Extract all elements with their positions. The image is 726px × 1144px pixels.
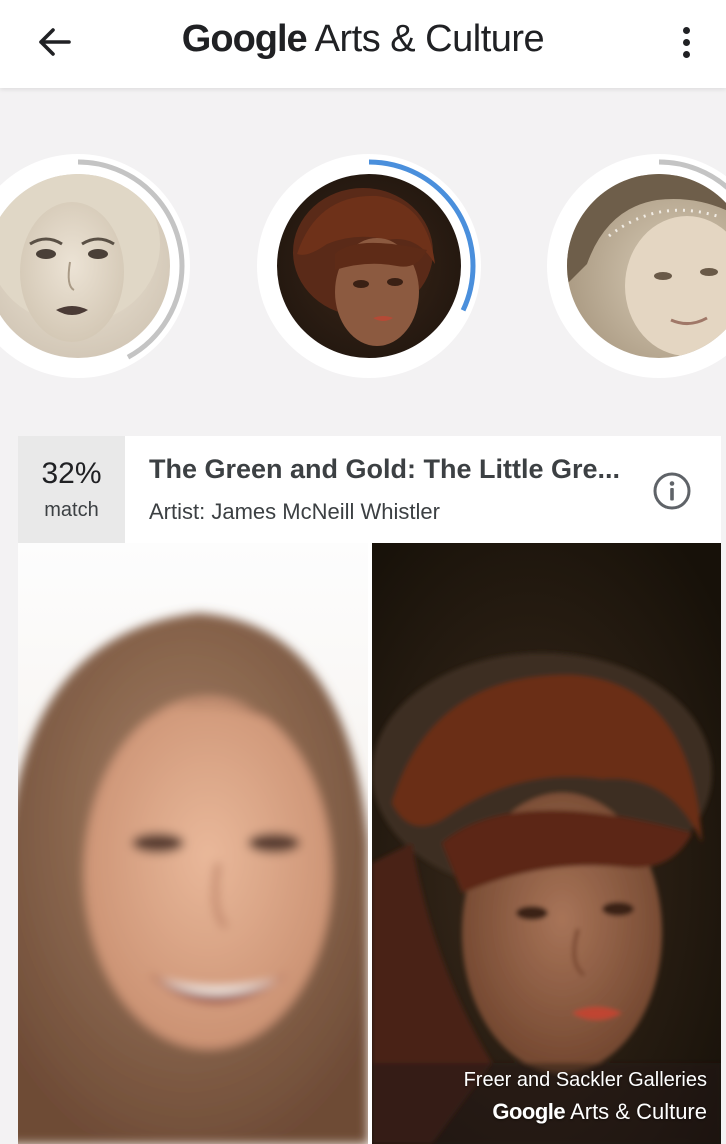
- match-thumbnail-left[interactable]: [0, 154, 190, 378]
- match-carousel: [0, 88, 726, 408]
- match-label: match: [44, 499, 99, 521]
- app-bar: Google Arts & Culture: [0, 0, 726, 88]
- portrait-image: [277, 174, 461, 358]
- user-selfie-photo[interactable]: [18, 543, 368, 1144]
- match-thumbnail-right[interactable]: [547, 154, 726, 378]
- info-icon: [653, 472, 691, 510]
- watermark-product: Arts & Culture: [570, 1099, 707, 1124]
- artwork-gallery-credit: Freer and Sackler Galleries: [463, 1069, 707, 1091]
- info-button[interactable]: [652, 471, 692, 511]
- matched-artwork-image[interactable]: Freer and Sackler Galleries Google Arts …: [372, 543, 721, 1144]
- overflow-menu-button[interactable]: [666, 16, 706, 68]
- google-arts-culture-watermark: Google Arts & Culture: [492, 1098, 707, 1126]
- more-vert-icon-dot: [682, 38, 690, 46]
- artwork-artist: Artist: James McNeill Whistler: [149, 499, 440, 524]
- app-title: Google Arts & Culture: [0, 16, 726, 62]
- watermark-brand: Google: [492, 1099, 566, 1124]
- match-score-badge: 32% match: [18, 436, 125, 543]
- app-title-product: Arts & Culture: [314, 18, 545, 60]
- artwork-title[interactable]: The Green and Gold: The Little Gre...: [149, 452, 639, 486]
- more-vert-icon-dot: [682, 50, 690, 58]
- match-result-card[interactable]: 32% match The Green and Gold: The Little…: [18, 436, 721, 1144]
- more-vert-icon-dot: [682, 26, 690, 34]
- match-thumbnail-selected[interactable]: [257, 154, 481, 378]
- match-percent: 32%: [41, 457, 102, 490]
- app-title-brand: Google: [181, 18, 308, 60]
